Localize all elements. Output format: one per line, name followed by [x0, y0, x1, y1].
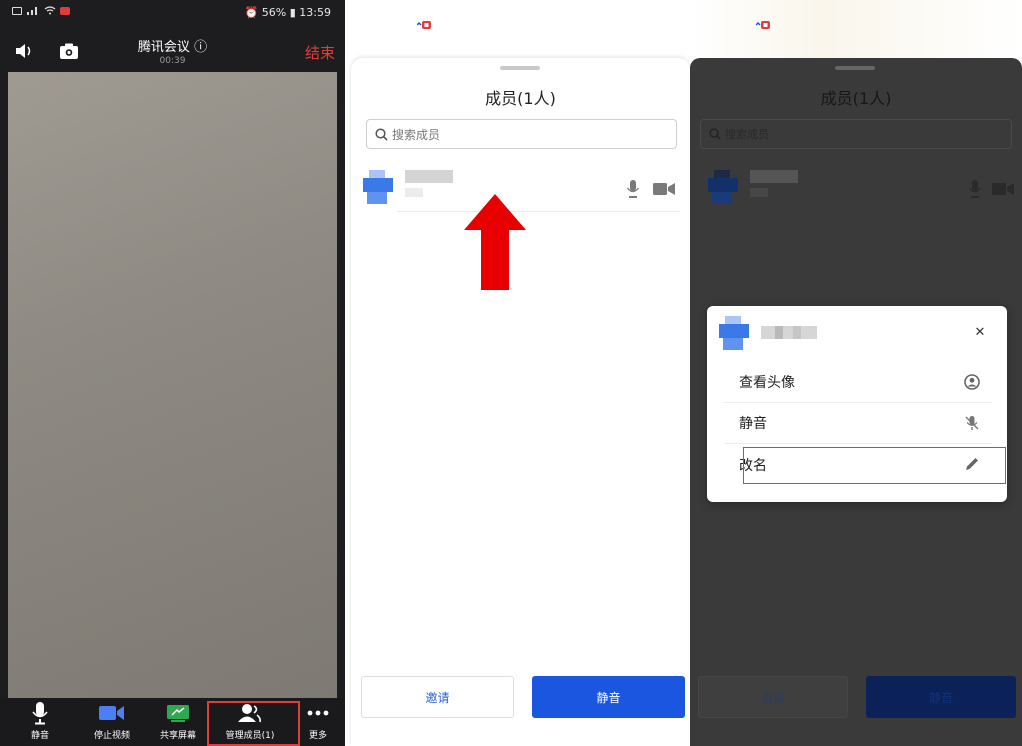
members-title: 成员(1人) [820, 89, 892, 108]
close-icon[interactable]: ✕ [973, 326, 987, 340]
stop-video-label: 停止视频 [93, 731, 130, 741]
status-bar: ⏰ 56% ▮ 13:59 [0, 0, 345, 26]
menu-item-label: 静音 [739, 416, 767, 432]
avatar [363, 170, 393, 204]
top-backdrop [690, 0, 1022, 60]
members-screen: 成员(1人) 搜索成员 邀请 静音 [345, 0, 690, 746]
mute-all-button[interactable]: 静音 [532, 676, 685, 718]
call-header: 腾讯会议 ⓘ 00:39 结束 [0, 26, 345, 72]
search-input[interactable]: 搜索成员 [366, 119, 677, 149]
drag-handle [835, 66, 875, 70]
record-icon [756, 21, 770, 29]
highlight-box [743, 447, 1006, 484]
signal-icon [27, 7, 37, 15]
search-placeholder: 搜索成员 [392, 127, 441, 142]
video-camera-icon [99, 706, 124, 720]
hd-icon [12, 6, 22, 15]
sheet-actions: 邀请 静音 [361, 676, 685, 718]
member-name-blurred [750, 170, 798, 197]
mute-all-button: 静音 [866, 676, 1016, 718]
top-backdrop [345, 0, 690, 60]
microphone-icon[interactable] [627, 180, 639, 198]
mute-button[interactable]: 静音 [18, 698, 62, 746]
video-camera-icon[interactable] [653, 182, 675, 196]
info-icon[interactable]: ⓘ [194, 40, 207, 55]
more-label: 更多 [308, 731, 327, 741]
person-circle-icon [964, 374, 980, 390]
status-icons [12, 6, 70, 15]
members-title: 成员(1人) [485, 89, 556, 108]
microphone-icon [969, 180, 981, 198]
battery-icon: ▮ [289, 6, 296, 19]
search-input: 搜索成员 [700, 119, 1012, 149]
invite-button: 邀请 [698, 676, 848, 718]
wifi-icon [44, 6, 56, 15]
alarm-icon: ⏰ [244, 6, 259, 19]
search-placeholder: 搜索成员 [725, 128, 769, 141]
member-name-blurred [761, 326, 817, 339]
microphone-icon [32, 702, 48, 725]
share-screen-button[interactable]: 共享屏幕 [152, 698, 204, 746]
avatar [719, 316, 749, 350]
meeting-elapsed: 00:39 [159, 56, 186, 66]
mute-label: 静音 [30, 731, 49, 741]
divider [397, 211, 680, 212]
video-camera-icon [992, 183, 1014, 195]
share-screen-label: 共享屏幕 [159, 731, 196, 741]
member-name-blurred [405, 170, 453, 197]
clock: 13:59 [299, 6, 331, 19]
meeting-title-text: 腾讯会议 [137, 40, 190, 55]
battery-percent: 56% [261, 6, 287, 19]
meeting-screen: ⏰ 56% ▮ 13:59 腾讯会议 ⓘ 00:39 结束 静音 停止视频 共享… [0, 0, 345, 746]
menu-item-label: 查看头像 [739, 375, 795, 391]
members-sheet: 成员(1人) 搜索成员 邀请 静音 [351, 58, 690, 746]
popup-header: ✕ [707, 306, 1007, 358]
stop-video-button[interactable]: 停止视频 [86, 698, 138, 746]
search-icon [709, 128, 721, 140]
meeting-title[interactable]: 腾讯会议 ⓘ [0, 36, 345, 55]
more-dots-icon [307, 710, 329, 716]
video-feed [8, 72, 337, 698]
end-meeting-button[interactable]: 结束 [305, 42, 335, 63]
menu-item-mute[interactable]: 静音 [724, 403, 992, 444]
search-icon [375, 127, 388, 141]
member-actions-screen: 成员(1人) 搜索成员 邀请 静音 ✕ 查看头像 静音 改名 [690, 0, 1022, 746]
avatar [708, 170, 738, 204]
highlight-box [207, 701, 300, 746]
drag-handle[interactable] [500, 66, 540, 70]
menu-item-view-avatar[interactable]: 查看头像 [724, 362, 992, 403]
up-arrow-annotation [464, 194, 526, 290]
more-button[interactable]: 更多 [300, 698, 336, 746]
record-icon [60, 6, 70, 15]
invite-button[interactable]: 邀请 [361, 676, 514, 718]
share-screen-icon [167, 705, 189, 722]
record-icon [417, 21, 431, 29]
status-right: ⏰ 56% ▮ 13:59 [245, 6, 331, 19]
mic-muted-icon [965, 416, 979, 430]
